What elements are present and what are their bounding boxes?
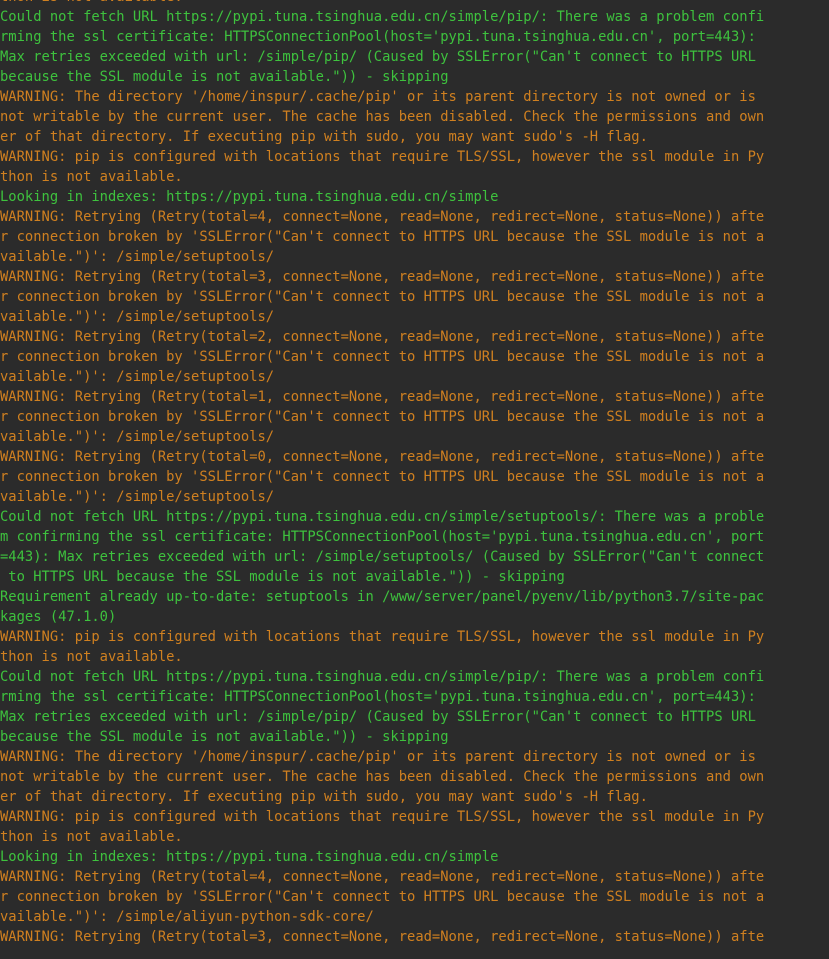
log-line-warning: WARNING: pip is configured with location…	[0, 629, 765, 645]
log-line-info: rming the ssl certificate: HTTPSConnecti…	[0, 689, 756, 705]
log-line-warning: thon is not available.	[0, 0, 829, 7]
log-line-warning: WARNING: Retrying (Retry(total=3, connec…	[0, 269, 765, 285]
log-line-warning: WARNING: pip is configured with location…	[0, 149, 765, 165]
log-line-warning: WARNING: The directory '/home/inspur/.ca…	[0, 89, 756, 105]
log-line-warning: not writable by the current user. The ca…	[0, 769, 765, 785]
log-line-warning: er of that directory. If executing pip w…	[0, 129, 648, 145]
log-line-warning: r connection broken by 'SSLError("Can't …	[0, 409, 765, 425]
log-line-info: Could not fetch URL https://pypi.tuna.ts…	[0, 509, 765, 525]
log-line-info: Could not fetch URL https://pypi.tuna.ts…	[0, 9, 765, 25]
log-line-warning: vailable.")': /simple/setuptools/	[0, 489, 275, 505]
log-line-info: Max retries exceeded with url: /simple/p…	[0, 709, 756, 725]
log-line-info: because the SSL module is not available.…	[0, 69, 449, 85]
log-line-warning: WARNING: Retrying (Retry(total=1, connec…	[0, 389, 765, 405]
log-line-warning: thon is not available.	[0, 649, 183, 665]
log-line-warning: WARNING: Retrying (Retry(total=0, connec…	[0, 449, 765, 465]
terminal-output[interactable]: thon is not available. Could not fetch UR…	[0, 0, 829, 947]
log-line-warning: r connection broken by 'SSLError("Can't …	[0, 889, 765, 905]
log-line-warning: er of that directory. If executing pip w…	[0, 789, 648, 805]
log-line-info: Could not fetch URL https://pypi.tuna.ts…	[0, 669, 765, 685]
log-line-warning: vailable.")': /simple/setuptools/	[0, 309, 275, 325]
log-line-warning: WARNING: Retrying (Retry(total=3, connec…	[0, 929, 765, 945]
log-line-warning: WARNING: Retrying (Retry(total=2, connec…	[0, 329, 765, 345]
log-line-info: Requirement already up-to-date: setuptoo…	[0, 589, 765, 605]
log-line-warning: not writable by the current user. The ca…	[0, 109, 765, 125]
log-line-info: Max retries exceeded with url: /simple/p…	[0, 49, 756, 65]
log-line-warning: thon is not available.	[0, 169, 183, 185]
log-line-warning: r connection broken by 'SSLError("Can't …	[0, 289, 765, 305]
log-line-warning: r connection broken by 'SSLError("Can't …	[0, 229, 765, 245]
log-line-warning: vailable.")': /simple/setuptools/	[0, 429, 275, 445]
log-line-info: Looking in indexes: https://pypi.tuna.ts…	[0, 189, 499, 205]
log-line-warning: r connection broken by 'SSLError("Can't …	[0, 469, 765, 485]
log-line-warning: WARNING: The directory '/home/inspur/.ca…	[0, 749, 756, 765]
log-line-warning: WARNING: Retrying (Retry(total=4, connec…	[0, 209, 765, 225]
log-line-warning: WARNING: Retrying (Retry(total=4, connec…	[0, 869, 765, 885]
log-line-info: m confirming the ssl certificate: HTTPSC…	[0, 529, 765, 545]
log-line-warning: WARNING: pip is configured with location…	[0, 809, 765, 825]
log-line-warning: r connection broken by 'SSLError("Can't …	[0, 349, 765, 365]
log-line-info: =443): Max retries exceeded with url: /s…	[0, 549, 765, 565]
log-line-warning: vailable.")': /simple/setuptools/	[0, 369, 275, 385]
log-line-info: because the SSL module is not available.…	[0, 729, 449, 745]
log-line-warning: thon is not available.	[0, 829, 183, 845]
log-line-warning: vailable.")': /simple/aliyun-python-sdk-…	[0, 909, 374, 925]
log-line-info: rming the ssl certificate: HTTPSConnecti…	[0, 29, 756, 45]
log-line-warning: vailable.")': /simple/setuptools/	[0, 249, 275, 265]
log-line-info: kages (47.1.0)	[0, 609, 117, 625]
log-line-info: to HTTPS URL because the SSL module is n…	[0, 569, 565, 585]
log-line-info: Looking in indexes: https://pypi.tuna.ts…	[0, 849, 499, 865]
